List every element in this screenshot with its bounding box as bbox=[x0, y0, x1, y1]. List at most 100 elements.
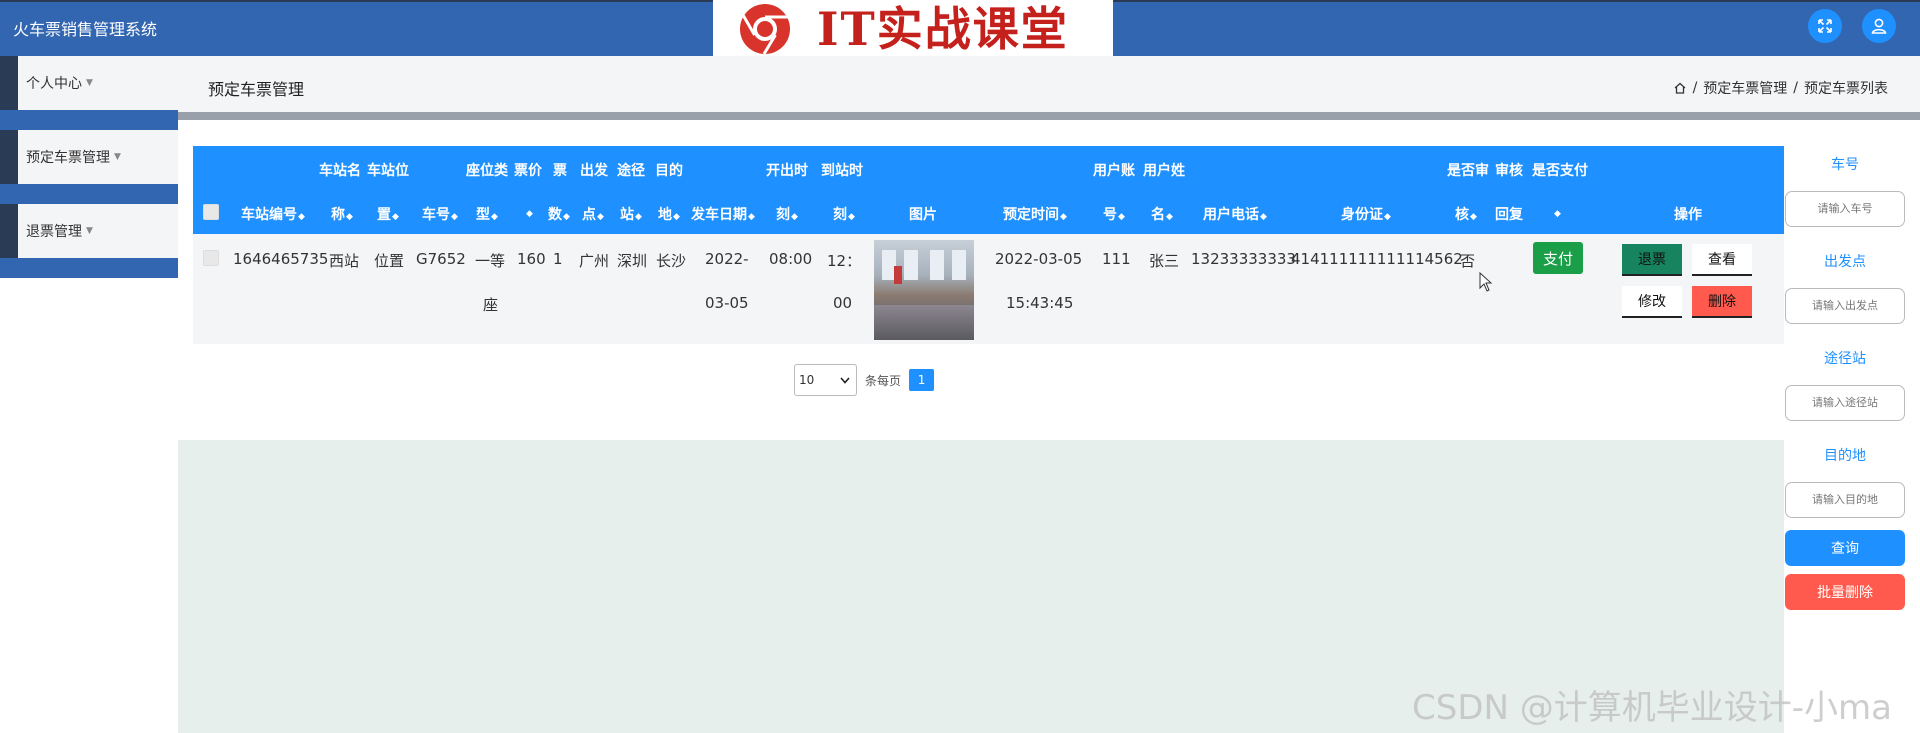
fullscreen-icon[interactable] bbox=[1808, 9, 1842, 43]
col-station-pos[interactable]: 置◆ bbox=[377, 204, 399, 224]
sort-icon: ◆ bbox=[1554, 209, 1561, 219]
col-depart-date[interactable]: 发车日期◆ bbox=[691, 204, 755, 224]
group-header: 票 bbox=[553, 163, 567, 179]
col-label: 车号 bbox=[422, 207, 450, 223]
train-no-input[interactable]: 请输入车号 bbox=[1785, 191, 1905, 227]
home-icon[interactable] bbox=[1673, 81, 1687, 95]
refund-button[interactable]: 退票 bbox=[1622, 244, 1682, 276]
dest-input[interactable]: 请输入目的地 bbox=[1785, 482, 1905, 518]
col-depart[interactable]: 点◆ bbox=[582, 204, 604, 224]
cell-seat-type: 一等 bbox=[475, 252, 506, 270]
depart-input[interactable]: 请输入出发点 bbox=[1785, 288, 1905, 324]
via-input[interactable]: 请输入途径站 bbox=[1785, 385, 1905, 421]
col-label: 预定时间 bbox=[1003, 207, 1059, 223]
sidebar-item-booking-management[interactable]: 预定车票管理 ▼ bbox=[18, 130, 178, 184]
sidebar-item-personal-center[interactable]: 个人中心 ▼ bbox=[18, 56, 178, 110]
col-label: 名 bbox=[1151, 207, 1165, 223]
sidebar-notch bbox=[0, 204, 18, 258]
sidebar-item-label: 个人中心 bbox=[26, 76, 82, 92]
col-tickets[interactable]: 数◆ bbox=[548, 204, 570, 224]
col-user-name[interactable]: 名◆ bbox=[1151, 204, 1173, 224]
header-divider bbox=[178, 112, 1920, 120]
cell-depart-date-2: 03-05 bbox=[705, 294, 749, 312]
pay-button[interactable]: 支付 bbox=[1533, 242, 1583, 274]
col-reply: 回复 bbox=[1495, 207, 1523, 223]
cell-station-name: 西站 bbox=[329, 252, 360, 270]
col-actions: 操作 bbox=[1674, 207, 1702, 223]
cell-user-name: 张三 bbox=[1149, 252, 1180, 270]
col-train-no[interactable]: 车号◆ bbox=[422, 204, 458, 224]
cell-book-time: 15:43:45 bbox=[1006, 294, 1074, 312]
train-station-image[interactable] bbox=[874, 240, 974, 340]
col-arrive-time[interactable]: 刻◆ bbox=[833, 204, 855, 224]
batch-delete-button[interactable]: 批量删除 bbox=[1785, 574, 1905, 610]
col-label: 点 bbox=[582, 207, 596, 223]
sort-icon: ◆ bbox=[451, 212, 458, 222]
watermark: CSDN @计算机毕业设计-小ma bbox=[1412, 688, 1892, 728]
cell-phone: 13233333333 bbox=[1191, 250, 1296, 268]
per-page-label: 条每页 bbox=[865, 373, 902, 388]
col-station-name[interactable]: 称◆ bbox=[331, 204, 353, 224]
user-icon[interactable] bbox=[1862, 9, 1896, 43]
page-size-value: 10 bbox=[799, 373, 815, 387]
chrome-logo-icon bbox=[740, 4, 790, 55]
cell-station-no: 1646465735 bbox=[233, 250, 329, 268]
cell-via: 深圳 bbox=[617, 252, 648, 270]
col-phone[interactable]: 用户电话◆ bbox=[1203, 204, 1267, 224]
cell-depart-date: 2022- bbox=[705, 250, 749, 268]
col-paid[interactable]: ◆ bbox=[1553, 204, 1561, 220]
col-seat-type[interactable]: 型◆ bbox=[476, 204, 498, 224]
row-checkbox[interactable] bbox=[203, 250, 219, 266]
group-header: 车站位 bbox=[367, 163, 409, 179]
sort-icon: ◆ bbox=[491, 212, 498, 222]
sidebar-item-refund-management[interactable]: 退票管理 ▼ bbox=[18, 204, 178, 258]
col-label: 身份证 bbox=[1341, 207, 1383, 223]
content-header: 预定车票管理 / 预定车票管理 / 预定车票列表 bbox=[178, 56, 1920, 112]
dest-label: 目的地 bbox=[1824, 448, 1866, 464]
col-dest[interactable]: 地◆ bbox=[658, 204, 680, 224]
cell-station-pos: 位置 bbox=[374, 252, 405, 270]
col-book-time[interactable]: 预定时间◆ bbox=[1003, 204, 1067, 224]
caret-down-icon: ▼ bbox=[86, 226, 93, 236]
cell-dest: 长沙 bbox=[656, 252, 687, 270]
sidebar-item-label: 退票管理 bbox=[26, 224, 82, 240]
group-header: 出发 bbox=[580, 163, 608, 179]
pagination: 10 条每页 1 bbox=[794, 364, 935, 396]
query-button[interactable]: 查询 bbox=[1785, 530, 1905, 566]
sidebar: 个人中心 ▼ 预定车票管理 ▼ 退票管理 ▼ bbox=[0, 56, 178, 733]
group-header: 到站时 bbox=[821, 163, 863, 179]
cell-user-account: 111 bbox=[1102, 250, 1131, 268]
table-header: 车站名 车站位 座位类 票价 票 出发 途径 目的 开出时 到站时 用户账 用户… bbox=[193, 146, 1784, 234]
app-title: 火车票销售管理系统 bbox=[13, 20, 158, 39]
sidebar-item-label: 预定车票管理 bbox=[26, 150, 110, 166]
col-reviewed[interactable]: 核◆ bbox=[1455, 204, 1477, 224]
sort-icon: ◆ bbox=[526, 209, 533, 219]
view-button[interactable]: 查看 bbox=[1692, 244, 1752, 276]
page-number-button[interactable]: 1 bbox=[909, 369, 935, 391]
booking-table: 车站名 车站位 座位类 票价 票 出发 途径 目的 开出时 到站时 用户账 用户… bbox=[193, 146, 1784, 344]
select-all-checkbox[interactable] bbox=[203, 204, 219, 220]
group-header: 审核 bbox=[1495, 163, 1523, 179]
sort-icon: ◆ bbox=[392, 212, 399, 222]
breadcrumb-item[interactable]: 预定车票管理 bbox=[1703, 78, 1787, 98]
edit-button[interactable]: 修改 bbox=[1622, 286, 1682, 318]
col-station-no[interactable]: 车站编号◆ bbox=[241, 204, 305, 224]
page-size-select[interactable]: 10 bbox=[794, 364, 857, 396]
image-detail bbox=[874, 305, 974, 340]
col-user-account[interactable]: 号◆ bbox=[1103, 204, 1125, 224]
breadcrumb-separator: / bbox=[1793, 80, 1798, 96]
col-id-card[interactable]: 身份证◆ bbox=[1341, 204, 1391, 224]
cell-seat-type-2: 座 bbox=[483, 296, 499, 314]
col-label: 用户电话 bbox=[1203, 207, 1259, 223]
image-detail bbox=[952, 250, 966, 280]
sort-icon: ◆ bbox=[791, 212, 798, 222]
delete-button[interactable]: 删除 bbox=[1692, 286, 1752, 318]
depart-label: 出发点 bbox=[1824, 254, 1866, 270]
col-depart-time[interactable]: 刻◆ bbox=[776, 204, 798, 224]
sidebar-notch bbox=[0, 130, 18, 184]
sort-icon: ◆ bbox=[1060, 212, 1067, 222]
col-price[interactable]: ◆ bbox=[525, 204, 533, 220]
cell-arrive-time: 12： bbox=[827, 252, 862, 270]
col-via[interactable]: 站◆ bbox=[620, 204, 642, 224]
sort-icon: ◆ bbox=[1384, 212, 1391, 222]
